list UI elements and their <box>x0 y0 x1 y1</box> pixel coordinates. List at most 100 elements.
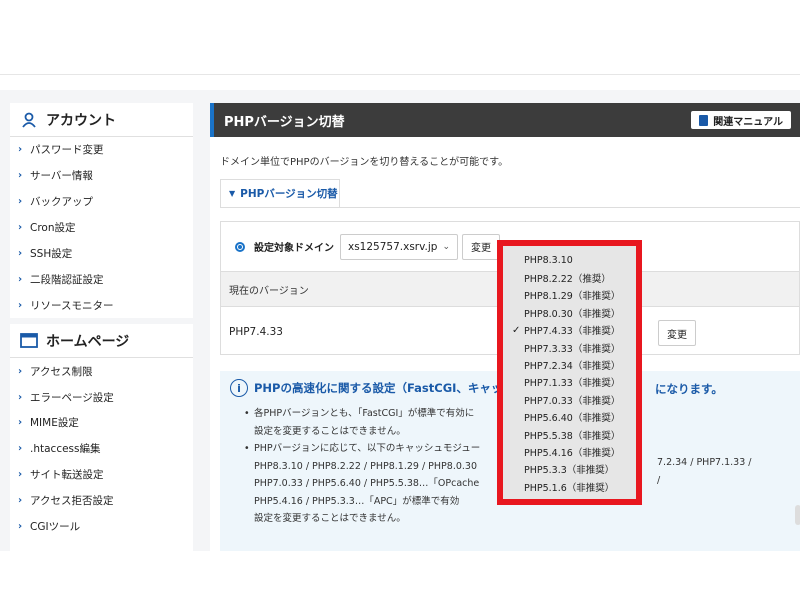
checkmark-icon: ✓ <box>512 324 521 336</box>
sidebar-item[interactable]: › アクセス拒否設定 <box>10 488 193 514</box>
chevron-right-icon: › <box>18 417 23 429</box>
chevron-down-icon: ⌄ <box>442 241 450 252</box>
scrollbar[interactable] <box>795 505 800 525</box>
dropdown-option[interactable]: PHP5.6.40（非推奨） <box>509 409 632 426</box>
dropdown-option[interactable]: PHP5.1.6（非推奨） <box>509 478 632 495</box>
sidebar-item-label: エラーページ設定 <box>30 391 114 404</box>
sidebar: アカウント › パスワード変更 › サーバー情報 › バックアップ › Cron設定 › SSH設… <box>10 103 193 551</box>
version-change-button[interactable]: 変更 <box>658 320 696 346</box>
dropdown-option[interactable]: PHP8.3.10 <box>509 252 632 269</box>
info-line: PHPバージョンに応じて、以下のキャッシュモジュー <box>244 440 480 458</box>
domain-label: 設定対象ドメイン <box>254 243 334 254</box>
sidebar-item[interactable]: › MIME設定 <box>10 410 193 436</box>
sidebar-item[interactable]: › Cron設定 <box>10 215 193 241</box>
sidebar-item[interactable]: › リソースモニター <box>10 292 193 318</box>
chevron-right-icon: › <box>18 273 23 285</box>
chevron-right-icon: › <box>18 469 23 481</box>
sidebar-item[interactable]: › サーバー情報 <box>10 163 193 189</box>
php-version-dropdown: PHP8.3.10 PHP8.2.22（推奨） PHP8.1.29（非推奨） PHP8… <box>497 240 642 505</box>
dropdown-option-label: PHP7.4.33（非推奨） <box>524 326 621 338</box>
domain-select-value: xs125757.xsrv.jp <box>348 240 438 253</box>
domain-change-button[interactable]: 変更 <box>462 233 500 260</box>
bottom-blank-area <box>0 551 800 593</box>
chevron-down-icon: ▼ <box>229 189 236 198</box>
dropdown-option[interactable]: PHP8.0.30（非推奨） <box>509 304 632 321</box>
info-heading-text: PHPの高速化に関する設定（FastCGI、キャッシ <box>254 381 514 395</box>
chevron-right-icon: › <box>18 443 23 455</box>
dropdown-option-label: PHP8.3.10 <box>524 255 573 267</box>
info-heading: i PHPの高速化に関する設定（FastCGI、キャッシ <box>230 379 514 397</box>
dropdown-option-label: PHP7.1.33（非推奨） <box>524 378 621 390</box>
chevron-right-icon: › <box>18 391 23 403</box>
dropdown-option-label: PHP7.2.34（非推奨） <box>524 361 621 373</box>
tab-php-version[interactable]: ▼ PHPバージョン切替 <box>220 179 340 207</box>
sidebar-item-label: アクセス拒否設定 <box>30 495 114 508</box>
sidebar-item[interactable]: › サイト転送設定 <box>10 462 193 488</box>
page-description: ドメイン単位でPHPのバージョンを切り替えることが可能です。 <box>220 157 509 168</box>
info-line-continuation: 7.2.34 / PHP7.1.33 / <box>657 457 752 468</box>
dropdown-option[interactable]: PHP7.1.33（非推奨） <box>509 374 632 391</box>
user-icon <box>20 111 38 129</box>
chevron-right-icon: › <box>18 521 23 533</box>
sidebar-item[interactable]: › アクセス制限 <box>10 358 193 384</box>
info-icon: i <box>230 379 248 397</box>
sidebar-item-label: サイト転送設定 <box>30 469 104 482</box>
chevron-right-icon: › <box>18 170 23 182</box>
dropdown-option-label: PHP5.1.6（非推奨） <box>524 482 615 494</box>
sidebar-item[interactable]: › SSH設定 <box>10 241 193 267</box>
chevron-right-icon: › <box>18 299 23 311</box>
dropdown-option-label: PHP8.2.22（推奨） <box>524 274 611 286</box>
sidebar-item[interactable]: › バックアップ <box>10 189 193 215</box>
window-icon <box>20 332 38 350</box>
top-blank-area <box>0 0 800 75</box>
dropdown-option[interactable]: PHP7.3.33（非推奨） <box>509 339 632 356</box>
domain-radio[interactable] <box>235 241 245 252</box>
chevron-right-icon: › <box>18 365 23 377</box>
top-divider <box>0 74 800 75</box>
sidebar-item[interactable]: › CGIツール <box>10 514 193 540</box>
chevron-right-icon: › <box>18 222 23 234</box>
dropdown-option-label: PHP8.1.29（非推奨） <box>524 291 621 303</box>
info-line-continuation: / <box>657 475 661 486</box>
sidebar-section-title: ホームページ <box>46 333 130 350</box>
sidebar-item[interactable]: › エラーページ設定 <box>10 384 193 410</box>
dropdown-option[interactable]: PHP8.2.22（推奨） <box>509 269 632 286</box>
info-body: 各PHPバージョンとも、「FastCGI」が標準で有効に 設定を変更することはで… <box>244 405 480 528</box>
info-line: PHP8.3.10 / PHP8.2.22 / PHP8.1.29 / PHP8… <box>254 460 477 472</box>
page-title: PHPバージョン切替 <box>224 114 345 130</box>
sidebar-item[interactable]: › パスワード変更 <box>10 137 193 163</box>
sidebar-section-homepage: ホームページ <box>10 324 193 359</box>
chevron-right-icon: › <box>18 196 23 208</box>
domain-select[interactable]: xs125757.xsrv.jp ⌄ <box>340 233 458 260</box>
dropdown-option-label: PHP5.6.40（非推奨） <box>524 413 621 425</box>
tab-label: PHPバージョン切替 <box>240 188 338 200</box>
dropdown-option-label: PHP5.3.3（非推奨） <box>524 465 615 477</box>
php-version-options: PHP8.3.10 PHP8.2.22（推奨） PHP8.1.29（非推奨） PHP8… <box>509 252 632 495</box>
info-line: 設定を変更することはできません。 <box>254 513 406 524</box>
sidebar-item-label: MIME設定 <box>30 417 79 430</box>
dropdown-option-label: PHP7.0.33（非推奨） <box>524 395 621 407</box>
info-line: PHP5.4.16 / PHP5.3.3…「APC」が標準で有効 <box>254 495 460 507</box>
chevron-right-icon: › <box>18 144 23 156</box>
dropdown-option[interactable]: ✓ PHP7.4.33（非推奨） <box>509 322 632 339</box>
sidebar-item[interactable]: › 二段階認証設定 <box>10 266 193 292</box>
dropdown-option[interactable]: PHP7.0.33（非推奨） <box>509 391 632 408</box>
dropdown-option[interactable]: PHP5.4.16（非推奨） <box>509 443 632 460</box>
info-heading-tail: になります。 <box>655 382 723 396</box>
dropdown-option-label: PHP7.3.33（非推奨） <box>524 343 621 355</box>
chevron-right-icon: › <box>18 495 23 507</box>
sidebar-item-label: 二段階認証設定 <box>30 273 104 286</box>
dropdown-option[interactable]: PHP8.1.29（非推奨） <box>509 287 632 304</box>
sidebar-item-label: バックアップ <box>30 196 93 209</box>
sidebar-item-label: CGIツール <box>30 521 81 534</box>
dropdown-option[interactable]: PHP5.5.38（非推奨） <box>509 426 632 443</box>
sidebar-item-label: リソースモニター <box>30 299 114 312</box>
info-line: PHP7.0.33 / PHP5.6.40 / PHP5.5.38…「OPcac… <box>254 478 480 489</box>
dropdown-option[interactable]: PHP5.3.3（非推奨） <box>509 461 632 478</box>
dropdown-option-label: PHP5.5.38（非推奨） <box>524 430 621 442</box>
sidebar-section-account: アカウント <box>10 103 193 137</box>
info-line: 設定を変更することはできません。 <box>254 425 406 437</box>
dropdown-option[interactable]: PHP7.2.34（非推奨） <box>509 356 632 373</box>
related-manual-button[interactable]: 関連マニュアル <box>691 111 791 129</box>
sidebar-item[interactable]: › .htaccess編集 <box>10 436 193 462</box>
